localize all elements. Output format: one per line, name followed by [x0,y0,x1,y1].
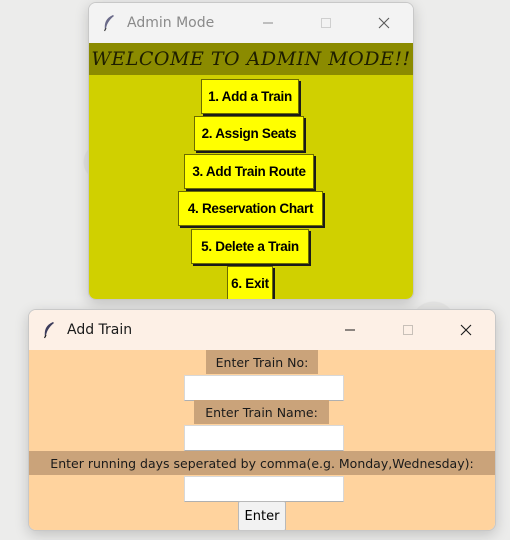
welcome-banner: WELCOME TO ADMIN MODE!! [89,43,413,75]
maximize-button [379,310,437,350]
train-name-label: Enter Train Name: [194,400,329,424]
add-train-titlebar[interactable]: Add Train [29,310,495,350]
admin-titlebar[interactable]: Admin Mode [89,3,413,43]
reservation-chart-button[interactable]: 4. Reservation Chart [178,191,323,226]
admin-body: WELCOME TO ADMIN MODE!! 1. Add a Train 2… [89,43,413,299]
train-no-label: Enter Train No: [206,350,318,374]
add-train-body: Enter Train No: Enter Train Name: Enter … [29,350,495,530]
close-button[interactable] [437,310,495,350]
maximize-icon [321,18,331,28]
admin-window-title: Admin Mode [127,15,215,31]
maximize-button [297,3,355,43]
minimize-icon [263,22,273,24]
close-icon [378,17,390,29]
exit-button[interactable]: 6. Exit [227,266,273,299]
running-days-input[interactable] [184,476,344,502]
train-no-input[interactable] [184,375,344,401]
feather-icon [101,14,117,32]
maximize-icon [403,325,413,335]
assign-seats-button[interactable]: 2. Assign Seats [194,116,304,151]
feather-icon [41,321,57,339]
train-name-input[interactable] [184,425,344,451]
add-train-button[interactable]: 1. Add a Train [201,79,299,114]
running-days-label: Enter running days seperated by comma(e.… [29,451,495,475]
add-train-window: Add Train Enter Train No: Enter Train Na… [28,309,496,531]
add-train-route-button[interactable]: 3. Add Train Route [184,154,314,189]
close-button[interactable] [355,3,413,43]
minimize-button[interactable] [239,3,297,43]
close-icon [460,324,472,336]
minimize-button[interactable] [321,310,379,350]
admin-mode-window: Admin Mode WELCOME TO ADMIN MODE!! 1. Ad… [88,2,414,300]
delete-train-button[interactable]: 5. Delete a Train [191,229,309,264]
minimize-icon [345,329,355,331]
add-train-window-title: Add Train [67,322,133,338]
enter-button[interactable]: Enter [238,501,286,530]
